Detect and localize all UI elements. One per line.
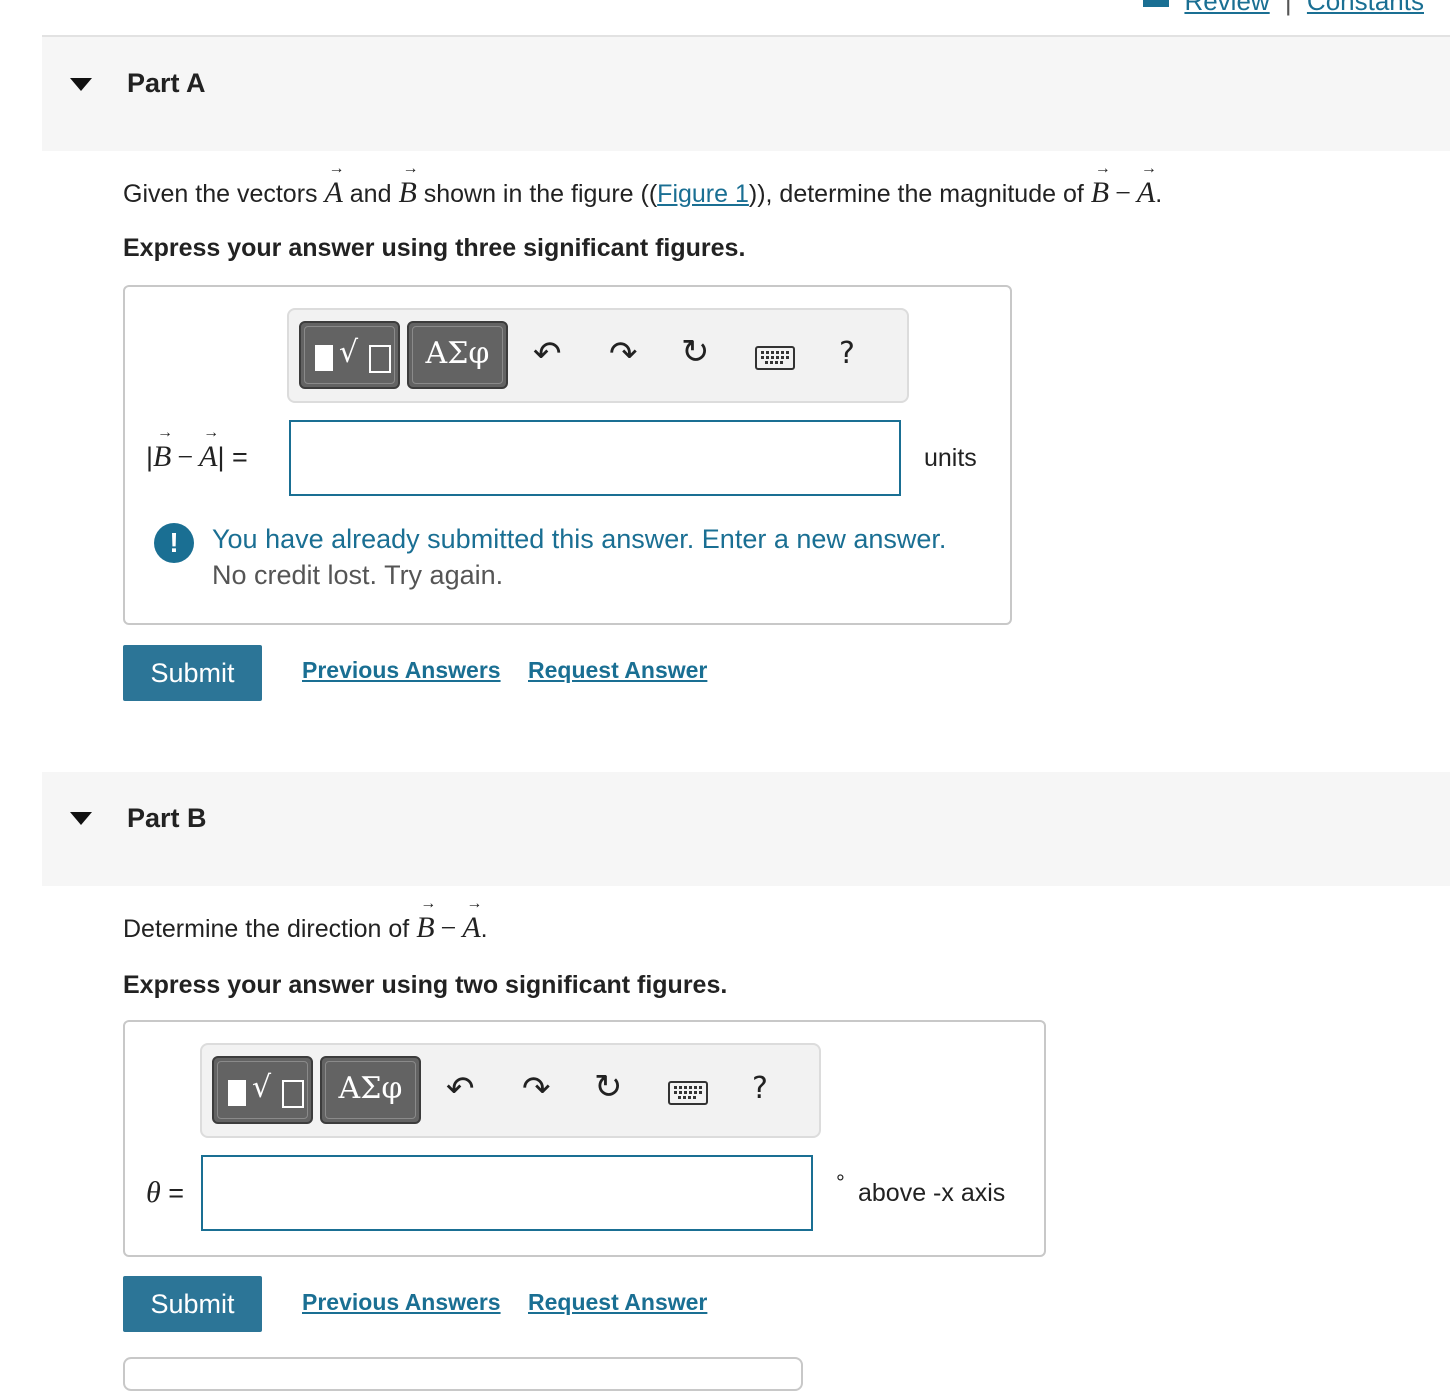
vector-b: → B <box>398 160 419 209</box>
vector-a: → A <box>199 424 220 473</box>
part-b-answer-input[interactable] <box>201 1155 813 1231</box>
equals-sign: = <box>160 1178 185 1208</box>
feedback-message: You have already submitted this answer. … <box>212 524 947 554</box>
vector-b: → B <box>1090 160 1111 209</box>
greek-button[interactable]: ΑΣφ <box>407 321 508 389</box>
caret-down-icon[interactable] <box>70 78 92 91</box>
theta-symbol: θ <box>146 1176 161 1209</box>
question-text: Given the vectors <box>123 180 318 208</box>
part-b-equation-label: θ = <box>146 1176 184 1210</box>
equals-sign: = <box>224 442 248 472</box>
template-button[interactable]: √ <box>212 1056 313 1124</box>
part-b-units: above -x axis <box>858 1179 1006 1207</box>
reset-icon[interactable]: ↻ <box>681 332 710 372</box>
part-a-equation-label: | → B − → A| = <box>146 424 248 474</box>
part-a-title: Part A <box>127 68 206 98</box>
part-a-question: Given the vectors → A and → B shown in the… <box>123 160 1163 210</box>
vector-b: → B <box>153 424 174 473</box>
keyboard-icon[interactable] <box>755 346 795 370</box>
vector-b: → B <box>416 895 437 944</box>
template-icon <box>228 1080 246 1106</box>
part-a-instruction: Express your answer using three signific… <box>123 234 746 262</box>
help-icon[interactable]: ? <box>839 336 855 371</box>
question-text: )), determine the magnitude of <box>748 180 1084 208</box>
undo-icon[interactable]: ↶ <box>446 1069 475 1109</box>
top-links: Review | Constants <box>1143 0 1424 17</box>
template-icon <box>315 345 333 371</box>
part-b-instruction: Express your answer using two significan… <box>123 971 728 999</box>
part-a-submit-button[interactable]: Submit <box>123 645 262 701</box>
minus-sign: − <box>177 442 194 473</box>
part-b-math-toolbar: √ ΑΣφ ↶ ↷ ↻ ? <box>200 1043 821 1138</box>
minus-sign: − <box>440 913 457 944</box>
greek-button[interactable]: ΑΣφ <box>320 1056 421 1124</box>
review-link[interactable]: Review <box>1184 0 1269 16</box>
period: . <box>1155 180 1163 208</box>
keyboard-icon[interactable] <box>668 1081 708 1105</box>
figure-1-link[interactable]: Figure 1 <box>657 180 749 208</box>
part-a-answer-input[interactable] <box>289 420 901 496</box>
greek-icon: ΑΣφ <box>425 336 490 371</box>
part-a-header[interactable]: Part A <box>42 37 1450 151</box>
part-b-header[interactable]: Part B <box>42 772 1450 886</box>
help-icon[interactable]: ? <box>752 1071 768 1106</box>
part-b-previous-answers-link[interactable]: Previous Answers <box>302 1289 501 1316</box>
part-a-units: units <box>924 444 977 472</box>
part-a-math-toolbar: √ ΑΣφ ↶ ↷ ↻ ? <box>287 308 909 403</box>
radical-icon: √ <box>252 1070 272 1105</box>
part-b-question: Determine the direction of → B − → A. <box>123 895 488 945</box>
undo-icon[interactable]: ↶ <box>533 334 562 374</box>
box-icon <box>282 1080 304 1108</box>
part-b-request-answer-link[interactable]: Request Answer <box>528 1289 707 1316</box>
reset-icon[interactable]: ↻ <box>594 1067 623 1107</box>
question-text: shown in the figure (( <box>423 180 658 208</box>
radical-icon: √ <box>339 335 359 370</box>
feedback-subtext: No credit lost. Try again. <box>212 560 504 590</box>
greek-icon: ΑΣφ <box>338 1071 403 1106</box>
next-section-box <box>123 1357 803 1391</box>
question-text: Determine the direction of <box>123 915 410 943</box>
redo-icon[interactable]: ↷ <box>609 334 638 374</box>
vector-a: → A <box>1136 160 1157 209</box>
part-b-title: Part B <box>127 803 207 833</box>
question-text: and <box>349 180 392 208</box>
book-icon <box>1143 0 1170 8</box>
period: . <box>480 915 488 943</box>
abs-bar: | <box>146 442 154 472</box>
template-button[interactable]: √ <box>299 321 400 389</box>
part-a-previous-answers-link[interactable]: Previous Answers <box>302 657 501 684</box>
minus-sign: − <box>1115 178 1131 209</box>
warning-icon: ! <box>154 523 194 563</box>
redo-icon[interactable]: ↷ <box>522 1069 551 1109</box>
part-b-submit-button[interactable]: Submit <box>123 1276 262 1332</box>
caret-down-icon[interactable] <box>70 812 92 825</box>
vector-a: → A <box>462 895 483 944</box>
degree-symbol: ° <box>836 1170 845 1195</box>
constants-link[interactable]: Constants <box>1307 0 1424 16</box>
top-links-separator: | <box>1284 0 1292 16</box>
part-a-request-answer-link[interactable]: Request Answer <box>528 657 707 684</box>
box-icon <box>369 345 391 373</box>
vector-a: → A <box>324 160 345 209</box>
